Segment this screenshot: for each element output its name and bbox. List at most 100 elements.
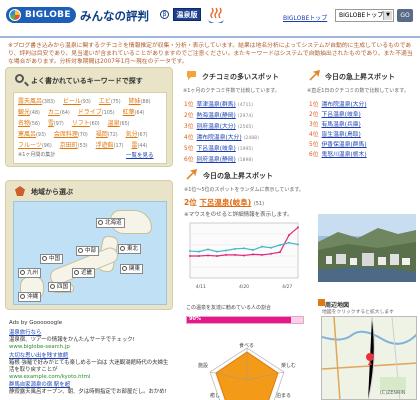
rank-item[interactable]: 6位 別府温泉(静岡) (1898) — [184, 155, 259, 166]
today-rise-title: 今日の急上昇スポット — [325, 73, 395, 81]
keyword-link[interactable]: 気分(67) — [126, 130, 152, 141]
pin-icon — [122, 266, 127, 271]
rank-link[interactable]: 湯布院温泉(大分) — [197, 135, 242, 141]
keyword-label[interactable]: ドライブ — [78, 109, 102, 116]
ad-item[interactable]: 大切な思い出を残す旅館 箱根 強羅で好みがとても楽しめる一泊は 大迷観湯館時代の… — [9, 353, 171, 381]
keyword-link[interactable]: 紅葉(64) — [123, 108, 149, 119]
region-kyushu[interactable]: 九州 — [18, 268, 42, 278]
rank-item[interactable]: 6位 鬼怒川温泉(栃木) — [309, 150, 367, 160]
keyword-label[interactable]: 名物 — [18, 120, 30, 127]
trend-chart[interactable]: 4/11 4/20 4/27 — [184, 219, 304, 294]
keyword-label[interactable]: ビール — [63, 98, 81, 105]
keyword-label[interactable]: カニ — [48, 109, 60, 116]
keyword-link[interactable]: 寒風呂(93) — [18, 130, 50, 141]
site-select[interactable]: BIGLOBEトップ ▼ — [335, 9, 394, 22]
region-label: 中国 — [49, 256, 61, 262]
keyword-link[interactable]: 露天風呂(383) — [18, 97, 59, 108]
ad-title[interactable]: 温泉旅行なら — [9, 330, 171, 337]
featured-spot-link[interactable]: 下呂温泉(岐阜) — [199, 198, 251, 207]
rank-link[interactable]: 有馬温泉(兵庫) — [322, 122, 361, 128]
keyword-label[interactable]: 紅葉 — [123, 109, 135, 116]
keyword-link[interactable]: 京田町(53) — [60, 141, 92, 152]
series-point-0 — [216, 255, 218, 257]
rank-link[interactable]: 別府温泉(静岡) — [197, 157, 236, 163]
keyword-link[interactable]: 浮遊館(17) — [96, 141, 128, 152]
keyword-link[interactable]: 温泉(65) — [108, 119, 134, 130]
biglobe-top-link[interactable]: BIGLOBEトップ — [283, 13, 327, 22]
rank-item[interactable]: 4位 皆生温泉(鳥取) — [309, 130, 367, 140]
rank-item[interactable]: 5位 伊香保温泉(群馬) — [309, 140, 367, 150]
keyword-label[interactable]: フルーツ — [18, 142, 42, 149]
keyword-link[interactable]: カニ(64) — [48, 108, 74, 119]
rank-link[interactable]: 別府温泉(大分) — [197, 124, 236, 130]
biglobe-logo[interactable]: BIGLOBE — [6, 7, 76, 23]
spot-photo[interactable] — [318, 214, 416, 282]
keyword-link[interactable]: リフト(60) — [72, 119, 104, 130]
keyword-link[interactable]: ドライブ(105) — [78, 108, 119, 119]
region-kanto[interactable]: 関東 — [120, 264, 144, 274]
region-chubu[interactable]: 中部 — [76, 246, 100, 256]
rank-item[interactable]: 3位 有馬温泉(兵庫) — [309, 120, 367, 130]
nearby-map-subtitle: 地図をクリックすると拡大します — [322, 310, 394, 315]
keyword-link[interactable]: 会席料理(70) — [54, 130, 92, 141]
keyword-label[interactable]: 福岡 — [96, 131, 108, 138]
rank-item[interactable]: 2位 熱海温泉(静岡) (2974) — [184, 111, 259, 122]
ad-item[interactable]: 温泉旅行なら 温泉宿、ツアーの情報をかんたんサーチでチェック! www.bigl… — [9, 330, 171, 351]
rank-link[interactable]: 伊香保温泉(群馬) — [322, 142, 367, 148]
keyword-label[interactable]: 会席料理 — [54, 131, 78, 138]
nearby-map[interactable]: (C)ZENRIN — [321, 316, 417, 400]
featured-count: (51) — [253, 201, 265, 207]
keyword-more-link[interactable]: 一覧を見る — [126, 151, 154, 159]
pin-icon — [50, 284, 55, 289]
region-hokkaido[interactable]: 北海道 — [96, 218, 125, 228]
keyword-link[interactable]: エビ(75) — [99, 97, 125, 108]
keyword-link[interactable]: 福岡(72) — [96, 130, 122, 141]
keyword-label[interactable]: 浮遊館 — [96, 142, 114, 149]
keyword-label[interactable]: 観光 — [18, 109, 30, 116]
keyword-link[interactable]: 名物(56) — [18, 119, 44, 130]
series-point-0 — [243, 254, 245, 257]
rank-number: 4位 — [309, 132, 319, 138]
region-kinki[interactable]: 近畿 — [72, 268, 96, 278]
series-point-0 — [189, 255, 191, 257]
keyword-label[interactable]: 姉妹 — [129, 98, 141, 105]
radar-label: 癒し — [210, 393, 221, 399]
rank-link[interactable]: 熱海温泉(静岡) — [197, 113, 236, 119]
ad-item[interactable]: 群馬自家源泉の宿 駅を超 静寂露天風呂オープン、朝、夕は時間指定でお部屋だし。お… — [9, 382, 171, 396]
rank-link[interactable]: 下呂温泉(岐阜) — [322, 112, 361, 118]
keyword-label[interactable]: 気分 — [126, 131, 138, 138]
keyword-label[interactable]: リフト — [72, 120, 90, 127]
rank-link[interactable]: 草津温泉(群馬) — [197, 102, 236, 108]
rank-link[interactable]: 下呂温泉(岐阜) — [197, 146, 236, 152]
rank-item[interactable]: 2位 下呂温泉(岐阜) — [309, 110, 367, 120]
region-shikoku[interactable]: 四国 — [48, 282, 72, 292]
recommend-label: この温泉を友達に勧めている人の割合 — [186, 305, 272, 311]
keyword-link[interactable]: ビール(93) — [63, 97, 95, 108]
keyword-label[interactable]: エビ — [99, 98, 111, 105]
keyword-link[interactable]: 観光(48) — [18, 108, 44, 119]
chevron-down-icon: ▼ — [383, 11, 392, 20]
region-tohoku[interactable]: 東北 — [118, 244, 142, 254]
rank-link[interactable]: 湯布院温泉(大分) — [322, 102, 367, 108]
go-button[interactable]: GO — [397, 9, 413, 22]
region-okinawa[interactable]: 沖縄 — [18, 292, 42, 302]
keyword-label[interactable]: 温泉 — [108, 120, 120, 127]
rank-item[interactable]: 1位 草津温泉(群馬) (4711) — [184, 100, 259, 111]
rank-item[interactable]: 4位 湯布院温泉(大分) (2488) — [184, 133, 259, 144]
ad-title[interactable]: 群馬自家源泉の宿 駅を超 — [9, 382, 171, 389]
rank-item[interactable]: 3位 別府温泉(大分) (2565) — [184, 122, 259, 133]
rank-item[interactable]: 5位 下呂温泉(岐阜) (1995) — [184, 144, 259, 155]
pin-icon — [78, 248, 83, 253]
keyword-label[interactable]: 寒風呂 — [18, 131, 36, 138]
ad-title[interactable]: 大切な思い出を残す旅館 — [9, 353, 171, 360]
keyword-label[interactable]: 露天風呂 — [18, 98, 42, 105]
rank-link[interactable]: 皆生温泉(鳥取) — [322, 132, 361, 138]
rank-item[interactable]: 1位 湯布院温泉(大分) — [309, 100, 367, 110]
keyword-link[interactable]: 雪(97) — [48, 119, 68, 130]
rank-link[interactable]: 鬼怒川温泉(栃木) — [322, 152, 367, 158]
keyword-link[interactable]: 姉妹(88) — [129, 97, 155, 108]
japan-map[interactable]: 北海道 東北 中部 関東 中国 近畿 九州 四国 沖縄 — [13, 201, 167, 305]
region-chugoku[interactable]: 中国 — [40, 254, 64, 264]
rank-count: (4711) — [237, 103, 254, 108]
keyword-label[interactable]: 京田町 — [60, 142, 78, 149]
